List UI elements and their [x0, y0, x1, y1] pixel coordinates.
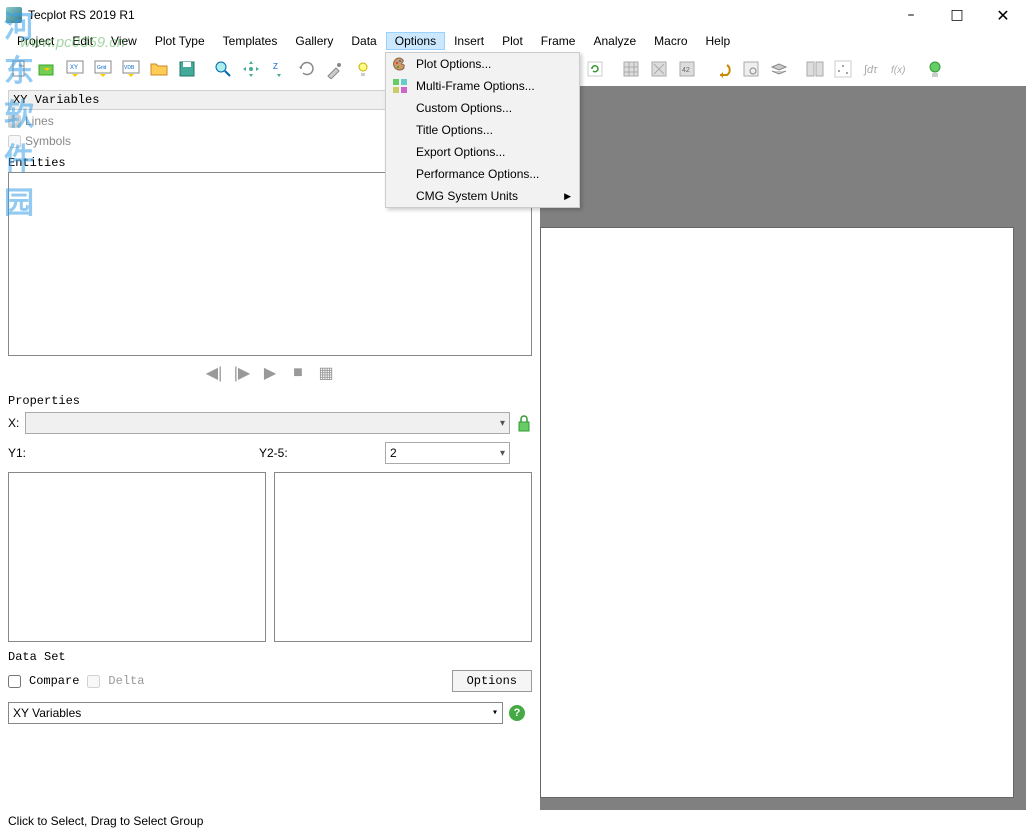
svg-text:∫dτ: ∫dτ — [863, 64, 878, 76]
help-icon[interactable]: ? — [509, 705, 525, 721]
maximize-button[interactable]: □ — [934, 0, 980, 30]
svg-text:XY: XY — [70, 65, 78, 71]
play-icon[interactable]: ▶ — [258, 362, 282, 384]
workspace — [540, 86, 1026, 810]
svg-text:f(x): f(x) — [891, 65, 905, 76]
multiframe-icon — [392, 78, 408, 94]
light-icon[interactable] — [350, 56, 376, 82]
dataset-label: Data Set — [8, 650, 532, 664]
refresh-icon[interactable] — [582, 56, 608, 82]
menu-plot-type[interactable]: Plot Type — [146, 32, 214, 50]
rotate-icon[interactable] — [294, 56, 320, 82]
menu-bar: Project Edit View Plot Type Templates Ga… — [0, 30, 1026, 52]
plot-canvas[interactable] — [540, 227, 1014, 798]
submenu-arrow-icon: ▶ — [564, 191, 571, 202]
step-back-icon[interactable]: ◀| — [202, 362, 226, 384]
delta-label: Delta — [108, 674, 144, 688]
menu-options[interactable]: Options — [386, 32, 445, 50]
properties-label: Properties — [8, 394, 532, 408]
grid-42-icon[interactable]: 42 — [674, 56, 700, 82]
options-dropdown: Plot Options... Multi-Frame Options... C… — [385, 52, 580, 208]
integral-icon[interactable]: ∫dτ — [858, 56, 884, 82]
menuitem-title-options[interactable]: Title Options... — [386, 119, 579, 141]
lines-checkbox[interactable] — [8, 115, 21, 128]
y25-list[interactable] — [274, 472, 532, 642]
minimize-button[interactable]: – — [888, 0, 934, 30]
open-project-icon[interactable] — [34, 56, 60, 82]
xy-load-icon[interactable]: XY — [62, 56, 88, 82]
menu-analyze[interactable]: Analyze — [584, 32, 645, 50]
step-fwd-icon[interactable]: |▶ — [230, 362, 254, 384]
x-label: X: — [8, 416, 19, 430]
menu-insert[interactable]: Insert — [445, 32, 493, 50]
menuitem-custom-options[interactable]: Custom Options... — [386, 97, 579, 119]
title-bar: Tecplot RS 2019 R1 – □ ✕ — [0, 0, 1026, 30]
grid-tool1-icon[interactable] — [618, 56, 644, 82]
vdb-load-icon[interactable]: VDB — [118, 56, 144, 82]
window-title: Tecplot RS 2019 R1 — [28, 8, 135, 22]
menu-project[interactable]: Project — [8, 32, 63, 50]
menu-plot[interactable]: Plot — [493, 32, 532, 50]
status-bar: Click to Select, Drag to Select Group — [0, 810, 1026, 832]
palette-icon — [392, 56, 408, 72]
playback-controls: ◀| |▶ ▶ ■ ▦ — [8, 362, 532, 384]
pan-icon[interactable] — [238, 56, 264, 82]
compare-label: Compare — [29, 674, 79, 688]
folder-icon[interactable] — [146, 56, 172, 82]
symbols-label: Symbols — [25, 134, 71, 148]
menu-frame[interactable]: Frame — [532, 32, 585, 50]
svg-text:Grid: Grid — [97, 65, 107, 71]
film-icon[interactable]: ▦ — [314, 362, 338, 384]
macro-icon[interactable] — [922, 56, 948, 82]
save-icon[interactable] — [174, 56, 200, 82]
menuitem-multiframe-options[interactable]: Multi-Frame Options... — [386, 75, 579, 97]
z-depth-icon[interactable]: Z — [266, 56, 292, 82]
scatter-icon[interactable] — [830, 56, 856, 82]
menuitem-performance-options[interactable]: Performance Options... — [386, 163, 579, 185]
panel-split-icon[interactable] — [802, 56, 828, 82]
y25-combo[interactable]: 2 — [385, 442, 510, 464]
menuitem-cmg-units[interactable]: CMG System Units▶ — [386, 185, 579, 207]
status-text: Click to Select, Drag to Select Group — [8, 814, 203, 828]
probe-icon[interactable] — [322, 56, 348, 82]
delta-checkbox[interactable] — [87, 675, 100, 688]
menu-help[interactable]: Help — [697, 32, 740, 50]
menu-templates[interactable]: Templates — [214, 32, 287, 50]
menu-data[interactable]: Data — [342, 32, 385, 50]
options-button[interactable]: Options — [452, 670, 532, 692]
layer-icon[interactable] — [766, 56, 792, 82]
menu-macro[interactable]: Macro — [645, 32, 696, 50]
menu-edit[interactable]: Edit — [63, 32, 102, 50]
menu-gallery[interactable]: Gallery — [286, 32, 342, 50]
svg-text:VDB: VDB — [124, 65, 135, 71]
svg-text:Z: Z — [273, 62, 278, 71]
fx-icon[interactable]: f(x) — [886, 56, 912, 82]
zoom-icon[interactable] — [210, 56, 236, 82]
lock-icon[interactable] — [516, 413, 532, 433]
plot-type-combo[interactable]: XY Variables — [8, 702, 503, 724]
symbols-checkbox[interactable] — [8, 135, 21, 148]
stop-icon[interactable]: ■ — [286, 362, 310, 384]
x-combo[interactable] — [25, 412, 510, 434]
y25-label: Y2-5: — [259, 446, 379, 460]
app-icon — [6, 7, 22, 23]
close-button[interactable]: ✕ — [980, 0, 1026, 30]
compare-checkbox[interactable] — [8, 675, 21, 688]
menu-view[interactable]: View — [102, 32, 146, 50]
menuitem-plot-options[interactable]: Plot Options... — [386, 53, 579, 75]
y1-list[interactable] — [8, 472, 266, 642]
y1-label: Y1: — [8, 446, 253, 460]
grid-zoom-icon[interactable] — [738, 56, 764, 82]
new-icon[interactable] — [6, 56, 32, 82]
menuitem-export-options[interactable]: Export Options... — [386, 141, 579, 163]
window-buttons: – □ ✕ — [888, 0, 1026, 30]
svg-text:42: 42 — [682, 67, 690, 74]
grid-tool2-icon[interactable] — [646, 56, 672, 82]
grid-load-icon[interactable]: Grid — [90, 56, 116, 82]
lines-label: Lines — [25, 114, 54, 128]
undo-icon[interactable] — [710, 56, 736, 82]
